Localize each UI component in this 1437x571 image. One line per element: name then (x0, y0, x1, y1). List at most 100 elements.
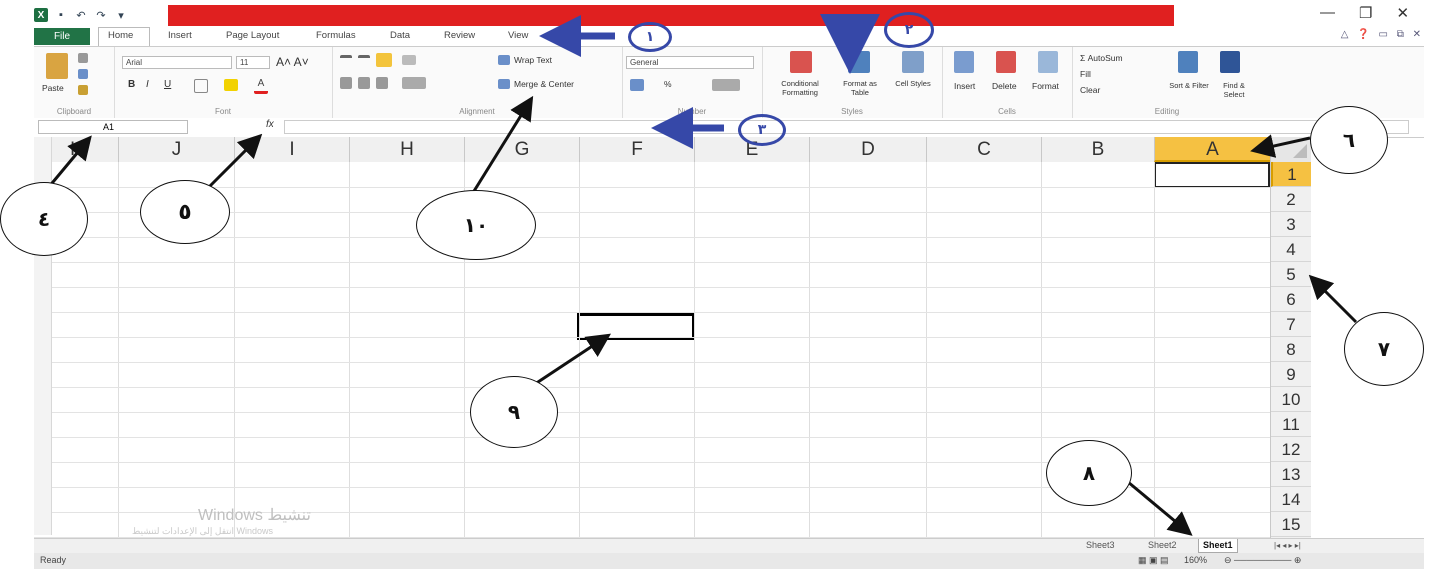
sheet-tab-sheet3[interactable]: Sheet3 (1082, 539, 1119, 552)
highlighted-cell[interactable] (577, 313, 695, 340)
align-right-icon[interactable] (376, 77, 388, 89)
borders-icon[interactable] (194, 79, 208, 93)
row-header[interactable]: 13 (1271, 462, 1311, 487)
column-header[interactable]: A (1154, 137, 1270, 162)
fill-color-icon[interactable] (224, 79, 238, 91)
cell-styles-button[interactable]: Cell Styles (890, 79, 936, 88)
restore-button[interactable]: ❐ (1359, 4, 1372, 22)
cut-icon[interactable] (78, 53, 88, 63)
save-icon[interactable]: ▪ (54, 8, 68, 22)
copy-icon[interactable] (78, 69, 88, 79)
sort-filter-button[interactable]: Sort & Filter (1168, 81, 1210, 90)
tab-review[interactable]: Review (444, 30, 475, 41)
fx-icon[interactable]: fx (266, 119, 274, 130)
format-painter-icon[interactable] (78, 85, 88, 95)
excel-icon[interactable]: X (34, 8, 48, 22)
column-header[interactable]: C (926, 137, 1041, 162)
decimal-icon[interactable] (712, 79, 740, 91)
row-header[interactable]: 14 (1271, 487, 1311, 512)
align-center-icon[interactable] (358, 77, 370, 89)
view-buttons-icon[interactable]: ▦ ▣ ▤ (1138, 555, 1169, 566)
tab-data[interactable]: Data (390, 30, 410, 41)
sort-filter-icon[interactable] (1178, 51, 1198, 73)
insert-cells-icon[interactable] (954, 51, 974, 73)
select-all-corner[interactable] (1270, 137, 1311, 162)
sheet-nav-icons[interactable]: |◂ ◂ ▸ ▸| (1270, 539, 1305, 552)
minimize-button[interactable]: — (1320, 4, 1335, 22)
bold-button[interactable]: B (128, 79, 135, 90)
tab-page-layout[interactable]: Page Layout (226, 30, 279, 41)
row-header[interactable]: 15 (1271, 512, 1311, 537)
format-cells-button[interactable]: Format (1032, 81, 1059, 91)
column-header[interactable]: F (579, 137, 694, 162)
close-button[interactable]: ✕ (1396, 4, 1409, 22)
selected-cell-a1[interactable] (1154, 162, 1270, 188)
tab-file[interactable]: File (34, 28, 90, 45)
row-header[interactable]: 7 (1271, 312, 1311, 337)
merge-center-icon[interactable] (498, 79, 510, 89)
undo-icon[interactable]: ↶ (74, 8, 88, 22)
row-header[interactable]: 4 (1271, 237, 1311, 262)
format-cells-icon[interactable] (1038, 51, 1058, 73)
indent-icon[interactable] (402, 77, 426, 89)
zoom-slider[interactable]: ⊖ ───────── ⊕ (1224, 555, 1301, 566)
sheet-tab-sheet1[interactable]: Sheet1 (1198, 539, 1238, 553)
row-header[interactable]: 3 (1271, 212, 1311, 237)
column-header[interactable]: I (234, 137, 349, 162)
currency-icon[interactable] (630, 79, 644, 91)
align-left-icon[interactable] (340, 77, 352, 89)
conditional-formatting-button[interactable]: Conditional Formatting (768, 79, 832, 97)
row-header[interactable]: 5 (1271, 262, 1311, 287)
row-header[interactable]: 2 (1271, 187, 1311, 212)
column-header[interactable]: B (1041, 137, 1154, 162)
tab-formulas[interactable]: Formulas (316, 30, 356, 41)
delete-cells-button[interactable]: Delete (992, 81, 1017, 91)
format-as-table-icon[interactable] (848, 51, 870, 73)
conditional-formatting-icon[interactable] (790, 51, 812, 73)
column-header[interactable]: G (464, 137, 579, 162)
column-header[interactable]: H (349, 137, 464, 162)
column-header[interactable]: D (809, 137, 926, 162)
formula-input[interactable] (284, 120, 1409, 134)
find-select-icon[interactable] (1220, 51, 1240, 73)
autosum-button[interactable]: Σ AutoSum (1080, 53, 1123, 63)
merge-center-button[interactable]: Merge & Center (514, 79, 574, 89)
clear-button[interactable]: Clear (1080, 85, 1100, 95)
align-top-icon[interactable] (340, 55, 352, 68)
row-header[interactable]: 1 (1271, 162, 1311, 187)
help-icons[interactable]: △ ❓ ▭ ⧉ ✕ (1341, 29, 1424, 40)
row-header[interactable]: 8 (1271, 337, 1311, 362)
insert-cells-button[interactable]: Insert (954, 81, 975, 91)
align-bottom-icon[interactable] (376, 53, 392, 67)
row-header[interactable]: 9 (1271, 362, 1311, 387)
wrap-text-icon[interactable] (498, 55, 510, 65)
zoom-level[interactable]: 160% (1184, 555, 1207, 565)
redo-icon[interactable]: ↷ (94, 8, 108, 22)
row-header[interactable]: 12 (1271, 437, 1311, 462)
customize-icon[interactable]: ▾ (114, 8, 128, 22)
underline-button[interactable]: U (164, 79, 171, 90)
percent-button[interactable]: % (664, 79, 672, 89)
tab-home[interactable]: Home (108, 30, 133, 41)
paste-label[interactable]: Paste (42, 83, 64, 93)
format-as-table-button[interactable]: Format as Table (834, 79, 886, 97)
align-middle-icon[interactable] (358, 55, 370, 68)
column-header[interactable]: J (118, 137, 234, 162)
orientation-icon[interactable] (402, 55, 416, 65)
paste-icon[interactable] (46, 53, 68, 79)
find-select-button[interactable]: Find & Select (1212, 81, 1256, 99)
row-header[interactable]: 11 (1271, 412, 1311, 437)
font-color-icon[interactable]: A (254, 79, 268, 94)
delete-cells-icon[interactable] (996, 51, 1016, 73)
fill-button[interactable]: Fill (1080, 69, 1091, 79)
row-header[interactable]: 6 (1271, 287, 1311, 312)
row-header[interactable]: 10 (1271, 387, 1311, 412)
wrap-text-button[interactable]: Wrap Text (514, 55, 552, 65)
font-name-select[interactable]: Arial (122, 56, 232, 69)
name-box[interactable]: A1 (38, 120, 188, 134)
tab-insert[interactable]: Insert (168, 30, 192, 41)
italic-button[interactable]: I (146, 79, 149, 90)
font-size-select[interactable]: 11 (236, 56, 270, 69)
cell-styles-icon[interactable] (902, 51, 924, 73)
tab-view[interactable]: View (508, 30, 528, 41)
